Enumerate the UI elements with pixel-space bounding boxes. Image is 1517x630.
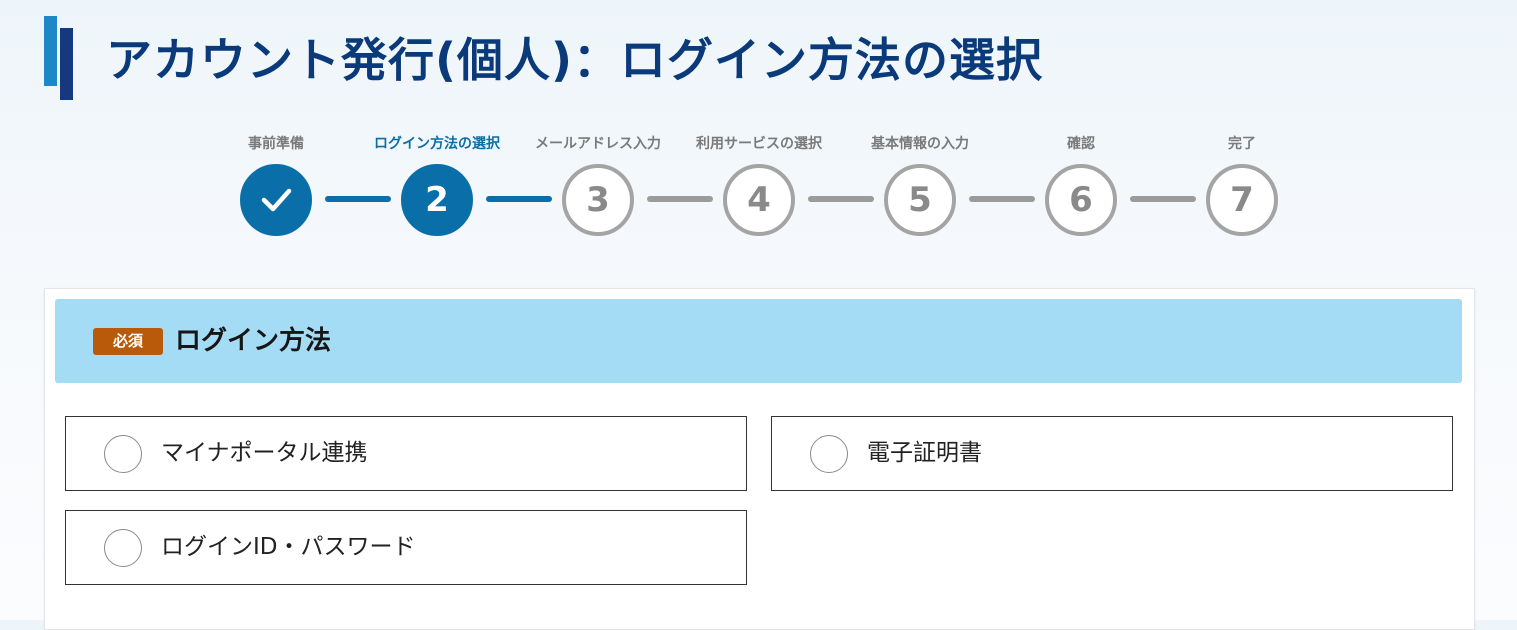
step-label: 事前準備 xyxy=(248,136,304,152)
step-2: ログイン方法の選択 2 xyxy=(354,132,520,236)
section-header: 必須 ログイン方法 xyxy=(55,299,1462,383)
page-title: アカウント発行(個人)：ログイン方法の選択 xyxy=(106,33,1044,87)
radio-button[interactable] xyxy=(104,435,142,473)
progress-stepper: 事前準備 ログイン方法の選択 2 メールアドレス入力 3 利用サービスの選択 4… xyxy=(193,132,1323,242)
login-method-card: 必須 ログイン方法 マイナポータル連携 電子証明書 ログインID・パスワード xyxy=(44,288,1475,630)
step-1: 事前準備 xyxy=(193,132,359,236)
step-number: 6 xyxy=(1045,164,1117,236)
step-label: 基本情報の入力 xyxy=(871,136,969,152)
step-label: 完了 xyxy=(1228,136,1256,152)
step-7: 完了 7 xyxy=(1159,132,1325,236)
step-3: メールアドレス入力 3 xyxy=(515,132,681,236)
title-accent-bars xyxy=(44,14,74,100)
section-title: ログイン方法 xyxy=(175,326,332,356)
step-number: 5 xyxy=(884,164,956,236)
step-label: 利用サービスの選択 xyxy=(696,136,822,152)
step-number: 2 xyxy=(401,164,473,236)
login-option-id-password[interactable]: ログインID・パスワード xyxy=(65,510,747,585)
option-label: 電子証明書 xyxy=(867,440,982,466)
step-number: 3 xyxy=(562,164,634,236)
radio-button[interactable] xyxy=(104,529,142,567)
login-option-certificate[interactable]: 電子証明書 xyxy=(771,416,1453,491)
step-4: 利用サービスの選択 4 xyxy=(676,132,842,236)
required-badge: 必須 xyxy=(93,328,163,355)
radio-button[interactable] xyxy=(810,435,848,473)
step-marker xyxy=(240,164,312,236)
step-label: 確認 xyxy=(1067,136,1095,152)
option-label: ログインID・パスワード xyxy=(161,534,416,560)
step-number: 4 xyxy=(723,164,795,236)
step-label: メールアドレス入力 xyxy=(535,136,661,152)
step-5: 基本情報の入力 5 xyxy=(837,132,1003,236)
step-number: 7 xyxy=(1206,164,1278,236)
step-6: 確認 6 xyxy=(998,132,1164,236)
option-label: マイナポータル連携 xyxy=(161,440,368,466)
checkmark-icon xyxy=(261,188,292,212)
step-label: ログイン方法の選択 xyxy=(374,136,500,152)
login-option-mynaportal[interactable]: マイナポータル連携 xyxy=(65,416,747,491)
